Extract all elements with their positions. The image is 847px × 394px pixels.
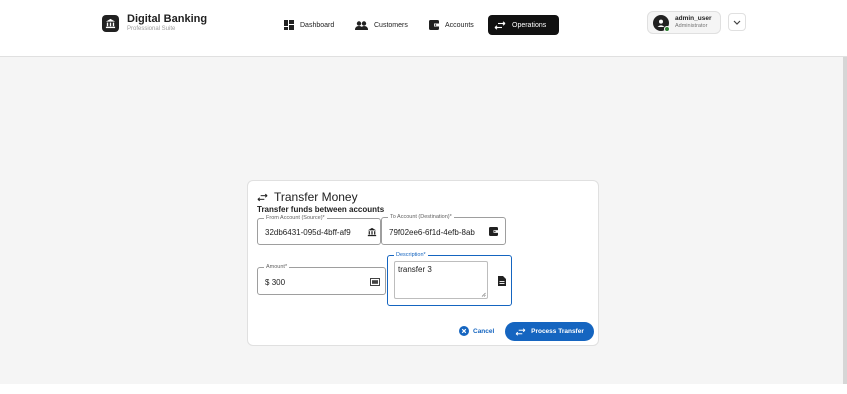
description-label: Description* <box>394 251 428 259</box>
swap-arrows-icon <box>257 193 268 201</box>
nav-customers[interactable]: Customers <box>349 15 414 35</box>
description-field[interactable]: Description* transfer 3 <box>387 251 512 306</box>
user-menu[interactable]: admin_user Administrator <box>647 11 721 34</box>
amount-value: $ 300 <box>265 278 285 287</box>
brand-subtitle: Professional Suite <box>127 26 176 32</box>
page-scrollbar[interactable] <box>843 57 847 394</box>
card-title-text: Transfer Money <box>274 190 358 204</box>
nav-operations[interactable]: Operations <box>488 15 559 35</box>
to-account-value: 79f02ee6-6f1d-4efb-8ab <box>389 228 475 237</box>
bank-icon <box>367 227 377 237</box>
nav-accounts-label: Accounts <box>445 21 474 29</box>
wallet-icon <box>429 20 439 30</box>
description-value: transfer 3 <box>398 265 432 274</box>
brand[interactable]: Digital Banking Professional Suite <box>102 13 207 33</box>
avatar <box>653 14 670 32</box>
chevron-down-icon <box>733 20 741 25</box>
process-transfer-label: Process Transfer <box>531 328 584 335</box>
document-icon <box>498 276 506 286</box>
card-subtitle: Transfer funds between accounts <box>257 205 385 214</box>
cancel-button-label: Cancel <box>473 327 495 335</box>
nav-accounts[interactable]: Accounts <box>423 15 480 35</box>
cancel-circle-icon <box>459 326 469 336</box>
card-title: Transfer Money <box>257 190 358 204</box>
swap-arrows-icon <box>494 20 506 30</box>
currency-prefix: $ <box>265 278 270 287</box>
transfer-card: Transfer Money Transfer funds between ac… <box>247 180 599 346</box>
nav-dashboard-label: Dashboard <box>300 21 335 29</box>
people-icon <box>355 20 368 30</box>
description-textarea[interactable]: transfer 3 <box>394 261 488 299</box>
user-role: Administrator <box>675 23 708 29</box>
amount-field[interactable]: Amount* $ 300 <box>257 263 386 295</box>
amount-label: Amount* <box>264 263 290 271</box>
nav-customers-label: Customers <box>374 21 408 29</box>
bank-icon <box>102 14 119 32</box>
user-name: admin_user <box>675 15 712 22</box>
process-transfer-button[interactable]: Process Transfer <box>505 322 594 341</box>
resize-handle-icon[interactable] <box>481 292 486 297</box>
user-menu-toggle[interactable] <box>728 13 746 31</box>
nav-operations-label: Operations <box>512 21 547 29</box>
nav-dashboard[interactable]: Dashboard <box>278 15 340 35</box>
to-account-label: To Account (Destination)* <box>388 213 454 221</box>
dashboard-grid-icon <box>284 20 294 30</box>
from-account-label: From Account (Source)* <box>264 214 327 222</box>
amount-number: 300 <box>271 278 286 287</box>
top-bar: Digital Banking Professional Suite Dashb… <box>0 0 847 57</box>
swap-arrows-icon <box>515 327 526 336</box>
footer-strip <box>0 384 847 394</box>
from-account-value: 32db6431-095d-4bff-af9 <box>265 228 351 237</box>
cash-icon <box>370 278 380 286</box>
wallet-icon <box>489 227 498 236</box>
brand-title: Digital Banking <box>127 13 208 25</box>
cancel-button[interactable]: Cancel <box>459 324 494 338</box>
to-account-field[interactable]: To Account (Destination)* 79f02ee6-6f1d-… <box>381 213 506 245</box>
from-account-field[interactable]: From Account (Source)* 32db6431-095d-4bf… <box>257 214 381 245</box>
online-status-dot <box>664 25 670 32</box>
